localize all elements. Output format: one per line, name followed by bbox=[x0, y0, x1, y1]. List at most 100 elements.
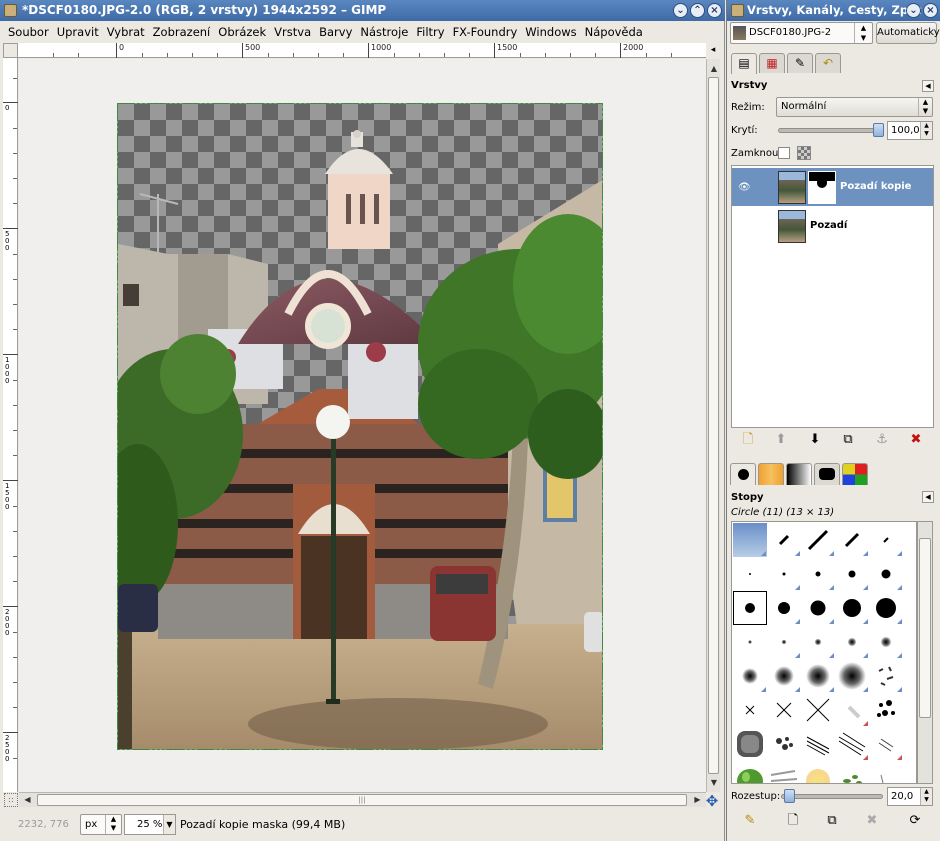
tab-palettes-icon[interactable] bbox=[842, 463, 868, 485]
brush-item[interactable] bbox=[767, 761, 801, 783]
menu-fx-foundry[interactable]: FX-Foundry bbox=[449, 21, 522, 43]
tab-fonts-icon[interactable] bbox=[814, 463, 840, 485]
unit-select[interactable]: px ▲ ▼ bbox=[80, 814, 122, 835]
brush-item[interactable] bbox=[801, 591, 835, 625]
panel-menu-icon[interactable]: ◀ bbox=[922, 80, 934, 92]
anchor-layer-icon[interactable]: ⚓ bbox=[872, 431, 892, 449]
scroll-thumb[interactable]: ||| bbox=[37, 794, 687, 806]
brush-item[interactable] bbox=[835, 523, 869, 557]
brush-item[interactable] bbox=[767, 625, 801, 659]
brush-item[interactable] bbox=[869, 727, 903, 761]
scroll-right-icon[interactable]: ▶ bbox=[690, 793, 705, 807]
brush-item[interactable] bbox=[801, 557, 835, 591]
brush-item[interactable] bbox=[869, 659, 903, 693]
brush-item[interactable] bbox=[767, 693, 801, 727]
brush-item[interactable] bbox=[733, 523, 767, 557]
delete-layer-icon[interactable]: ✖ bbox=[906, 431, 926, 449]
brush-grid-scrollbar[interactable] bbox=[917, 521, 933, 784]
brush-item[interactable] bbox=[835, 625, 869, 659]
brush-item[interactable] bbox=[801, 625, 835, 659]
brush-item[interactable] bbox=[767, 727, 801, 761]
opacity-field[interactable]: 100,0 ▲ ▼ bbox=[887, 121, 933, 140]
layer-name[interactable]: Pozadí bbox=[810, 220, 847, 231]
brush-item[interactable] bbox=[801, 659, 835, 693]
tab-brushes-icon[interactable] bbox=[730, 463, 756, 485]
opacity-slider[interactable] bbox=[778, 128, 882, 133]
layer-mask-thumbnail[interactable] bbox=[808, 171, 836, 204]
menu-windows[interactable]: Windows bbox=[521, 21, 580, 43]
maximize-icon[interactable]: ⌃ bbox=[690, 3, 705, 18]
brush-item[interactable] bbox=[801, 523, 835, 557]
brush-item[interactable] bbox=[733, 557, 767, 591]
image-select[interactable]: DSCF0180.JPG-2 ▲ ▼ bbox=[730, 22, 873, 44]
menu-barvy[interactable]: Barvy bbox=[315, 21, 356, 43]
raise-layer-icon[interactable]: ⬆ bbox=[771, 431, 791, 449]
brush-item[interactable] bbox=[801, 693, 835, 727]
new-layer-icon[interactable]: 🗋 bbox=[738, 431, 758, 449]
minimize-icon[interactable]: ⌄ bbox=[906, 3, 921, 18]
brush-item[interactable] bbox=[835, 557, 869, 591]
menu-napoveda[interactable]: Nápověda bbox=[581, 21, 647, 43]
brush-item[interactable] bbox=[869, 591, 903, 625]
refresh-brushes-icon[interactable]: ⟳ bbox=[905, 812, 925, 830]
vertical-ruler[interactable]: 0 500 1000 1500 2000 2500 bbox=[3, 58, 18, 792]
tab-channels-icon[interactable]: ▦ bbox=[759, 53, 785, 73]
brush-item[interactable] bbox=[767, 557, 801, 591]
spin-arrows-icon[interactable]: ▲ ▼ bbox=[920, 122, 932, 139]
spin-arrows-icon[interactable]: ▲ ▼ bbox=[918, 98, 932, 116]
brush-item[interactable] bbox=[835, 659, 869, 693]
chevron-down-icon[interactable]: ▼ bbox=[163, 815, 175, 834]
quick-mask-toggle-icon[interactable]: :: bbox=[4, 793, 18, 807]
scroll-thumb[interactable] bbox=[708, 77, 719, 774]
brush-item[interactable] bbox=[767, 659, 801, 693]
spacing-slider-thumb[interactable] bbox=[784, 789, 795, 803]
brush-item[interactable] bbox=[869, 761, 903, 783]
scroll-thumb[interactable] bbox=[919, 538, 931, 718]
minimize-icon[interactable]: ⌄ bbox=[673, 3, 688, 18]
brush-item[interactable] bbox=[835, 727, 869, 761]
ruler-corner-arrow-icon[interactable]: ◂ bbox=[705, 43, 721, 58]
duplicate-brush-icon[interactable]: ⧉ bbox=[822, 812, 842, 830]
layer-row-pozadi-kopie[interactable]: 👁 Pozadí kopie bbox=[732, 168, 933, 206]
zoom-select[interactable]: 25 % ▼ bbox=[124, 814, 176, 835]
menu-soubor[interactable]: Soubor bbox=[4, 21, 53, 43]
menu-vybrat[interactable]: Vybrat bbox=[103, 21, 149, 43]
tab-paths-icon[interactable]: ✎ bbox=[787, 53, 813, 73]
brush-item[interactable] bbox=[801, 727, 835, 761]
dock-title-bar[interactable]: Vrstvy, Kanály, Cesty, Zpět ⌄ × bbox=[727, 0, 940, 21]
scroll-up-icon[interactable]: ▲ bbox=[708, 61, 720, 76]
brush-item-selected[interactable] bbox=[733, 591, 767, 625]
brush-item[interactable] bbox=[767, 523, 801, 557]
panel-menu-icon[interactable]: ◀ bbox=[922, 491, 934, 503]
tab-gradients-icon[interactable] bbox=[786, 463, 812, 485]
mode-select[interactable]: Normální ▲ ▼ bbox=[776, 97, 933, 117]
lock-alpha-icon[interactable] bbox=[797, 146, 811, 160]
menu-filtry[interactable]: Filtry bbox=[412, 21, 448, 43]
spacing-field[interactable]: 20,0 ▲ ▼ bbox=[887, 787, 933, 806]
canvas-vertical-scrollbar[interactable]: ▲ ▼ bbox=[706, 59, 720, 792]
brush-item[interactable] bbox=[869, 557, 903, 591]
lower-layer-icon[interactable]: ⬇ bbox=[805, 431, 825, 449]
auto-button[interactable]: Automaticky bbox=[876, 22, 940, 44]
tab-layers-icon[interactable]: ▤ bbox=[731, 53, 757, 74]
brush-item[interactable] bbox=[733, 659, 767, 693]
layer-row-pozadi[interactable]: Pozadí bbox=[732, 207, 933, 245]
edit-brush-icon[interactable]: ✎ bbox=[740, 812, 760, 830]
tab-undo-icon[interactable]: ↶ bbox=[815, 53, 841, 73]
menu-upravit[interactable]: Upravit bbox=[53, 21, 103, 43]
close-icon[interactable]: × bbox=[707, 3, 722, 18]
brush-item[interactable] bbox=[835, 761, 869, 783]
menu-zobrazeni[interactable]: Zobrazení bbox=[149, 21, 215, 43]
layer-list[interactable]: 👁 Pozadí kopie Pozadí bbox=[731, 165, 934, 428]
opacity-slider-thumb[interactable] bbox=[873, 123, 884, 137]
navigate-icon[interactable]: ✥ bbox=[704, 793, 720, 809]
brush-item[interactable] bbox=[801, 761, 835, 783]
menu-vrstva[interactable]: Vrstva bbox=[270, 21, 315, 43]
scroll-left-icon[interactable]: ◀ bbox=[20, 793, 35, 807]
lock-pixels-checkbox[interactable] bbox=[778, 147, 790, 159]
brush-item[interactable] bbox=[733, 625, 767, 659]
duplicate-layer-icon[interactable]: ⧉ bbox=[838, 431, 858, 449]
spin-arrows-icon[interactable]: ▲ ▼ bbox=[920, 788, 932, 805]
brush-item[interactable] bbox=[835, 591, 869, 625]
scroll-down-icon[interactable]: ▼ bbox=[708, 775, 720, 790]
